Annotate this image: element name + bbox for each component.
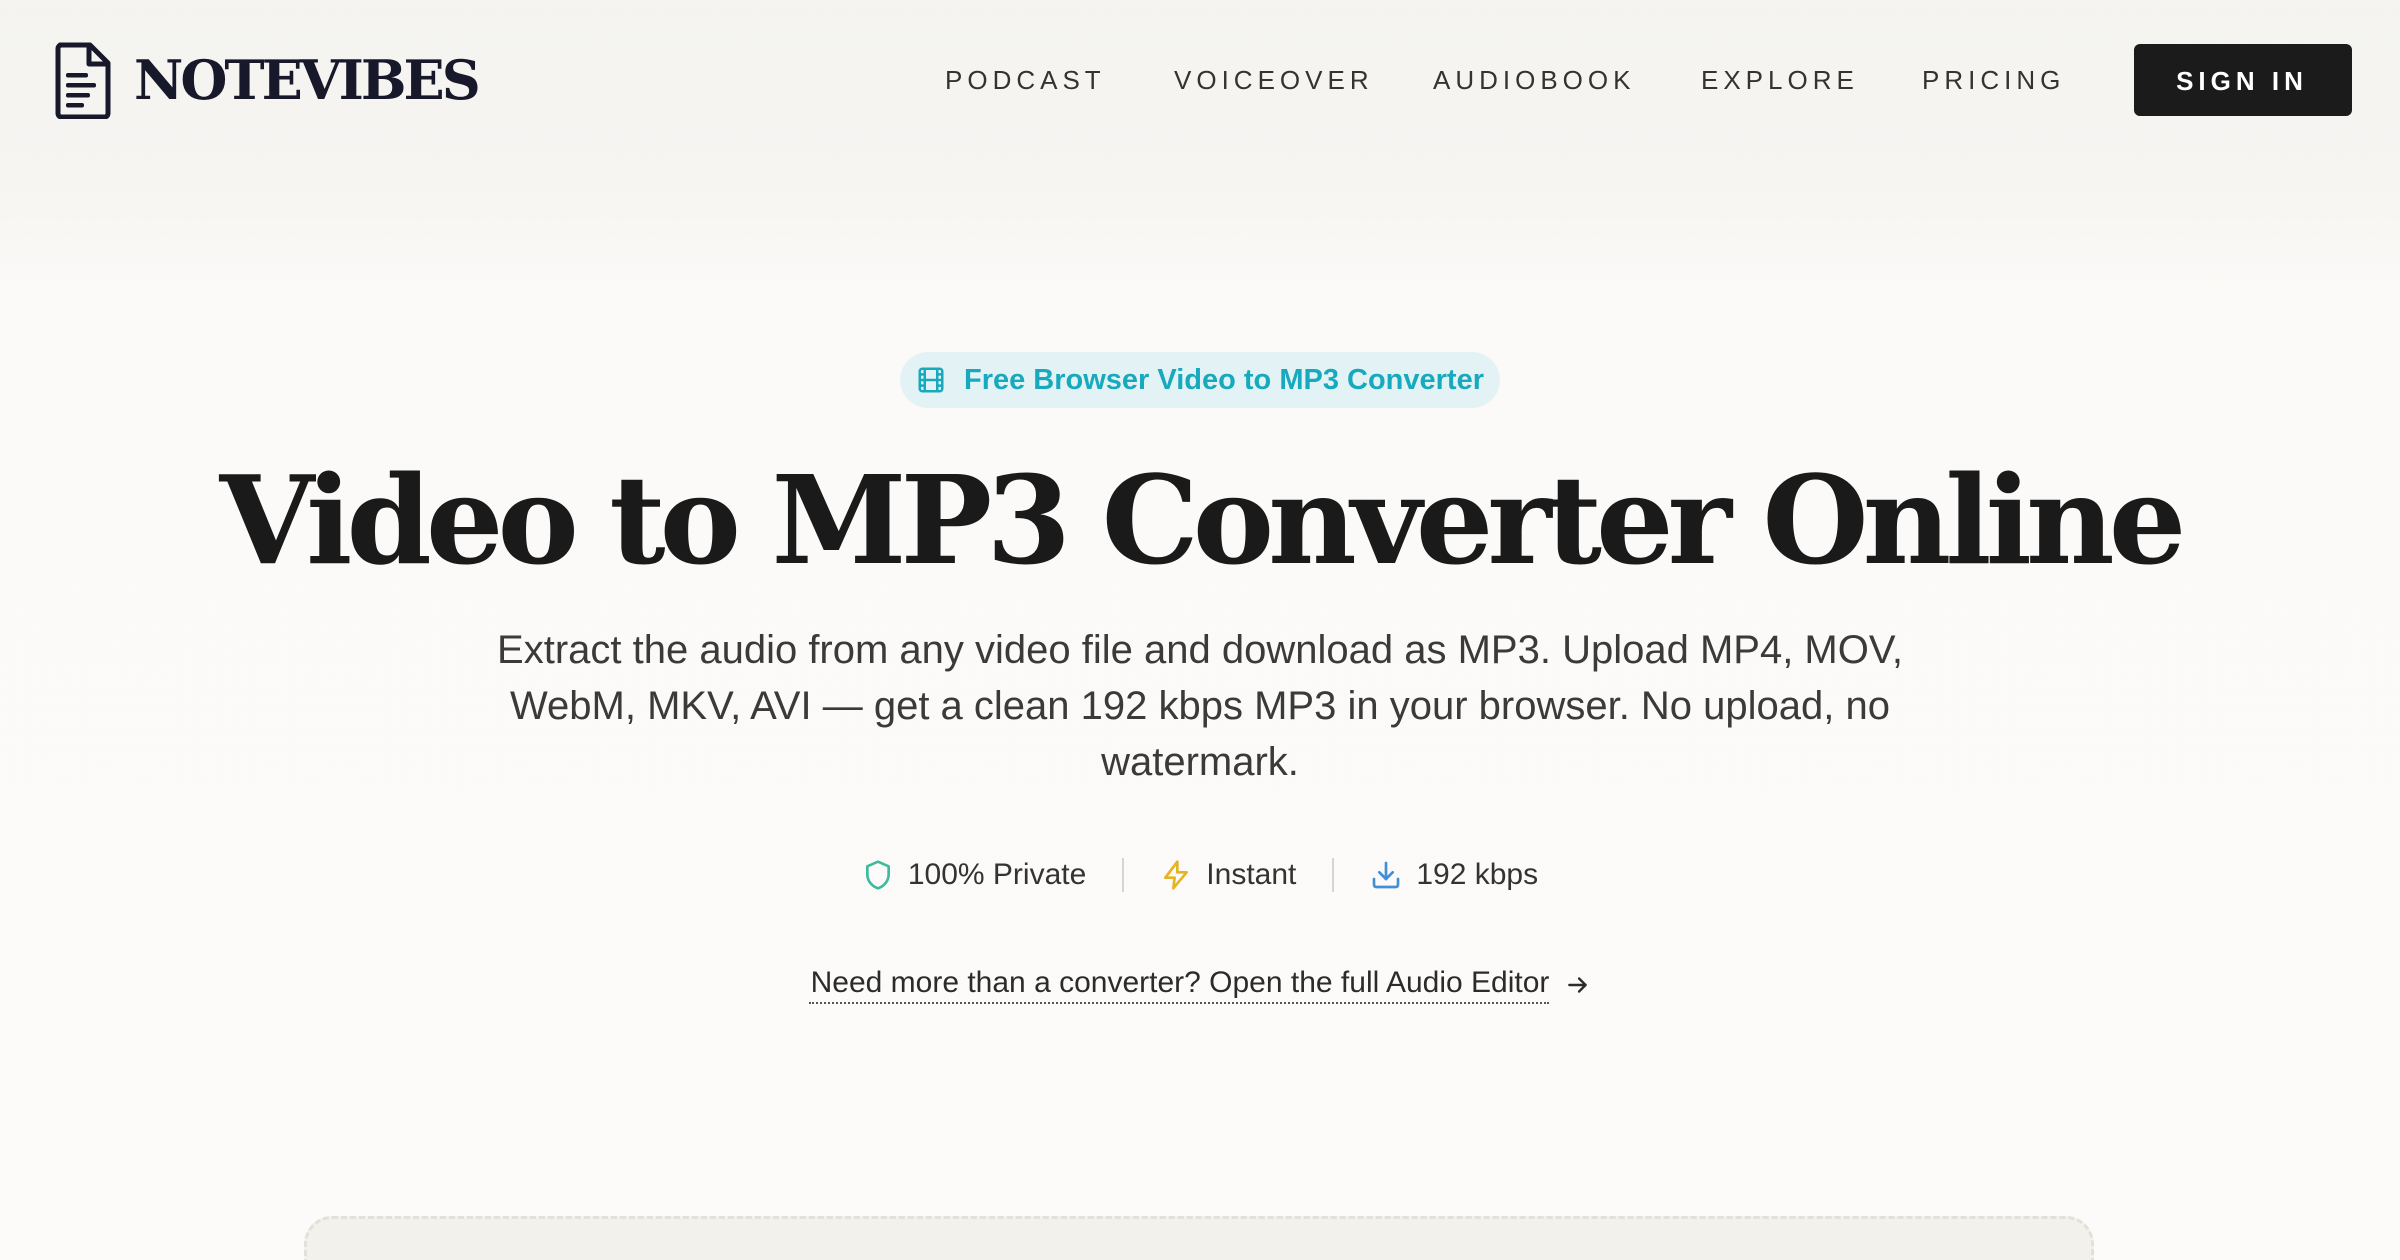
feature-divider	[1122, 858, 1125, 892]
feature-instant-label: Instant	[1206, 858, 1297, 891]
nav-item-podcast[interactable]: PODCAST	[945, 44, 1106, 116]
nav-item-pricing[interactable]: PRICING	[1922, 44, 2065, 116]
lightning-icon	[1164, 860, 1189, 890]
document-icon	[55, 42, 111, 119]
site-header: NOTEVIBES PODCAST VOICEOVER AUDIOBOOK EX…	[0, 0, 2400, 160]
feature-list: 100% Private Instant 192 kbps	[0, 850, 2400, 900]
page-title: Video to MP3 Converter Online	[219, 448, 2187, 592]
hero-badge-label: Free Browser Video to MP3 Converter	[963, 363, 1484, 396]
hero-subtitle: Extract the audio from any video file an…	[497, 628, 1903, 784]
feature-divider	[1332, 858, 1335, 892]
feature-private: 100% Private	[862, 858, 1086, 892]
arrow-right-icon	[1568, 977, 1588, 993]
film-icon	[918, 367, 944, 393]
shield-icon	[865, 860, 890, 890]
sign-in-button[interactable]: SIGN IN	[2134, 44, 2352, 116]
nav-item-voiceover[interactable]: VOICEOVER	[1174, 44, 1374, 116]
open-audio-editor-label: Need more than a converter? Open the ful…	[808, 966, 1550, 1004]
nav-item-explore[interactable]: EXPLORE	[1701, 44, 1859, 116]
brand-name: NOTEVIBES	[134, 48, 481, 112]
hero-badge: Free Browser Video to MP3 Converter	[900, 352, 1500, 408]
feature-private-label: 100% Private	[907, 858, 1087, 891]
feature-bitrate-label: 192 kbps	[1416, 858, 1539, 891]
brand-logo-link[interactable]: NOTEVIBES	[54, 40, 481, 120]
nav-item-audiobook[interactable]: AUDIOBOOK	[1433, 44, 1635, 116]
feature-instant: Instant	[1160, 858, 1296, 892]
open-audio-editor-link[interactable]: Need more than a converter? Open the ful…	[0, 960, 2400, 1010]
feature-bitrate: 192 kbps	[1370, 858, 1538, 892]
video-upload-dropzone[interactable]	[304, 1216, 2094, 1260]
download-icon	[1373, 861, 1400, 889]
